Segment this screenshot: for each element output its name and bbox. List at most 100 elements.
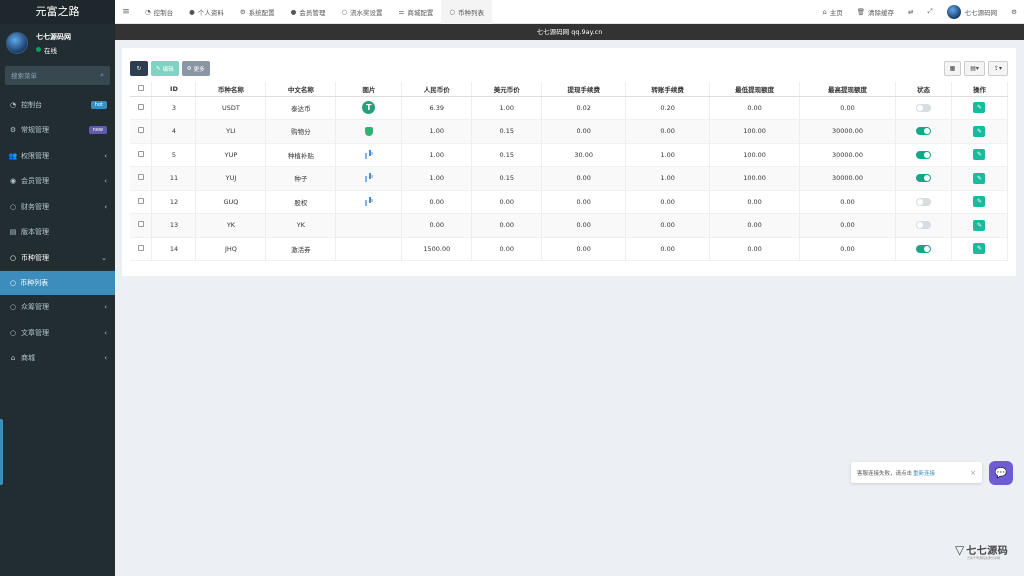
column-header[interactable]: 美元币价 (471, 82, 543, 97)
menu-toggle-icon[interactable]: ≡ (115, 7, 137, 17)
nav-tab[interactable]: ⚙ 系统配置 (232, 0, 283, 24)
refresh-button[interactable]: ↻ (130, 61, 148, 76)
column-header[interactable]: ID (151, 82, 197, 97)
chat-icon[interactable]: 💬 (989, 461, 1013, 485)
column-header[interactable]: 操作 (951, 82, 1009, 97)
status-toggle[interactable] (915, 221, 931, 230)
nav-tab[interactable]: ● 个人资料 (181, 0, 232, 24)
edit-row-button[interactable]: ✎ (973, 196, 986, 208)
chat-notice: 客服连接失败，请点击 重新连接 × (851, 462, 982, 483)
columns-button[interactable]: ▤▾ (964, 61, 985, 76)
more-button[interactable]: ⚙ 更多 (181, 61, 210, 76)
pixel-icon[interactable] (364, 149, 374, 160)
menu-search-input[interactable] (11, 71, 91, 80)
search-icon[interactable]: ⌕ (100, 71, 104, 80)
edit-row-button[interactable]: ✎ (973, 125, 986, 137)
edit-row-button[interactable]: ✎ (973, 243, 986, 255)
close-icon[interactable]: × (970, 469, 976, 477)
translate-icon[interactable]: ⇄ (901, 8, 920, 16)
pixel-icon[interactable] (364, 196, 374, 207)
table-cell-code: YLI (195, 119, 267, 144)
sidebar-item[interactable]: ○ 文章管理 ‹ (0, 320, 115, 346)
row-select-cell (130, 143, 153, 167)
export-button[interactable]: ⇪▾ (987, 61, 1008, 76)
table-cell-id: 5 (151, 143, 197, 167)
sidebar-item[interactable]: ◔ 控制台 hot (0, 92, 115, 118)
row-checkbox[interactable] (137, 197, 144, 204)
status-toggle[interactable] (915, 174, 931, 183)
pixel-icon[interactable] (364, 173, 374, 183)
status-toggle[interactable] (915, 127, 931, 136)
sidebar-item[interactable]: ▤ 版本管理 (0, 220, 115, 246)
sidebar-item[interactable]: 👥 权限管理 ‹ (0, 143, 115, 169)
pencil-icon: ✎ (976, 245, 982, 253)
row-checkbox[interactable] (137, 150, 144, 157)
tether-icon[interactable]: T (362, 101, 376, 115)
column-header[interactable]: 最低提现额度 (709, 82, 801, 97)
table-row[interactable]: 12 GUQ 股权 0.00 0.00 0.00 0.00 0.00 0.00 ✎ (130, 190, 1009, 214)
column-header[interactable]: 状态 (895, 82, 952, 97)
table-cell-min: 100.00 (709, 166, 801, 191)
column-header[interactable]: 中文名称 (265, 82, 337, 97)
column-header[interactable]: 图片 (335, 82, 403, 97)
status-toggle[interactable] (915, 244, 931, 253)
nav-tab[interactable]: ○ 币种列表 (441, 0, 493, 24)
select-all-checkbox[interactable] (137, 84, 144, 91)
table-cell-usd: 0.15 (471, 166, 543, 191)
nav-tab[interactable]: ○ 流水奖设置 (333, 0, 390, 24)
row-checkbox[interactable] (137, 244, 144, 251)
nav-tab[interactable]: ● 会员管理 (283, 0, 334, 24)
sidebar-item[interactable]: ⌂ 商城 ‹ (0, 346, 115, 372)
row-checkbox[interactable] (137, 103, 144, 110)
row-checkbox[interactable] (137, 127, 144, 134)
fullscreen-icon[interactable]: ⤢ (920, 7, 939, 16)
toggle-view-button[interactable]: ▦ (943, 61, 962, 76)
sidebar-item[interactable]: ○ 众筹管理 ‹ (0, 295, 115, 321)
nav-tab[interactable]: ◔ 控制台 (137, 0, 181, 24)
edit-row-button[interactable]: ✎ (973, 149, 986, 161)
table-row[interactable]: 3 USDT 泰达币 T 6.39 1.00 0.02 0.20 0.00 0.00 ✎ (130, 96, 1009, 120)
status-toggle[interactable] (915, 150, 931, 159)
shield-icon[interactable] (364, 126, 373, 136)
settings-gear-icon[interactable]: ⚙ (1004, 8, 1024, 16)
table-cell-max: 0.00 (799, 213, 896, 238)
table-row[interactable]: 11 YUJ 种子 1.00 0.15 0.00 1.00 100.00 30000.00 ✎ (130, 166, 1009, 191)
sidebar-menu: ◔ 控制台 hot ⚙ 常规管理 new 👥 权限管理 ‹ ◉ 会员管理 ‹ ○ 财务管理 ‹ ▤ 版本管理 ○ 币… (0, 92, 115, 371)
nav-right: ⌂ 主页 🗑 清除缓存 ⇄ ⤢ 七七源码网 ⚙ (816, 0, 1024, 24)
edit-row-button[interactable]: ✎ (973, 219, 986, 231)
table-row[interactable]: 5 YUP 种植补贴 1.00 0.15 30.00 1.00 100.00 30000.00 ✎ (130, 143, 1009, 167)
column-header[interactable]: 人民币价 (401, 82, 473, 97)
sidebar-item[interactable]: ⚙ 常规管理 new (0, 118, 115, 144)
sidebar-item-label: 文章管理 (21, 328, 49, 337)
table-cell-cny: 1.00 (401, 119, 473, 144)
column-header[interactable]: 提现手续费 (541, 82, 627, 97)
column-header[interactable]: 转账手续费 (625, 82, 711, 97)
home-link[interactable]: ⌂ 主页 (816, 7, 850, 17)
sidebar-item-label: 权限管理 (21, 151, 49, 160)
nav-tab-label: 商城配置 (407, 8, 434, 17)
nav-tab-label: 流水奖设置 (350, 8, 383, 17)
nav-tab[interactable]: ⚌ 商城配置 (391, 0, 442, 24)
edit-row-button[interactable]: ✎ (973, 102, 986, 114)
reconnect-link[interactable]: 重新连接 (913, 469, 935, 477)
user-menu[interactable]: 七七源码网 (940, 4, 1005, 19)
edit-row-button[interactable]: ✎ (973, 172, 986, 184)
clear-cache-button[interactable]: 🗑 清除缓存 (850, 7, 901, 17)
brand-logo[interactable]: 元富之路 (0, 0, 115, 24)
column-header[interactable]: 币种名称 (195, 82, 267, 97)
status-toggle[interactable] (915, 197, 931, 206)
sidebar-subitem-currency-list[interactable]: ○ 币种列表 (0, 270, 115, 295)
side-drawer-handle[interactable] (0, 419, 3, 485)
table-row[interactable]: 4 YLI 购物分 1.00 0.15 0.00 0.00 100.00 30000.00 ✎ (130, 119, 1009, 144)
sidebar-item[interactable]: ◉ 会员管理 ‹ (0, 169, 115, 195)
table-row[interactable]: 13 YK YK 0.00 0.00 0.00 0.00 0.00 0.00 ✎ (130, 213, 1009, 238)
table-cell-transfer-fee: 0.00 (625, 119, 711, 144)
row-checkbox[interactable] (137, 221, 144, 228)
edit-button[interactable]: ✎ 编辑 (151, 61, 179, 76)
row-checkbox[interactable] (137, 174, 144, 181)
status-toggle[interactable] (915, 103, 931, 112)
column-header[interactable]: 最高提现额度 (799, 82, 896, 97)
sidebar-item[interactable]: ○ 财务管理 ‹ (0, 194, 115, 220)
table-row[interactable]: 14 JHQ 激活券 1500.00 0.00 0.00 0.00 0.00 0.00 ✎ (130, 237, 1009, 261)
sidebar-item[interactable]: ○ 币种管理 ⌄ (0, 245, 115, 271)
